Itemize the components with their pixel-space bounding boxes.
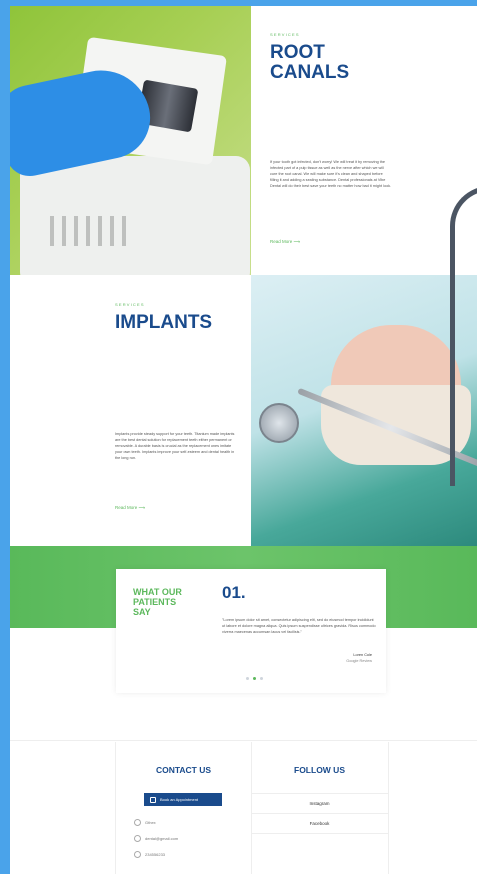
- dental-probe-graphic: [450, 186, 477, 486]
- xray-photo: [10, 6, 251, 275]
- root-canals-read-more-link[interactable]: Read More ⟶: [270, 239, 300, 245]
- testimonial-heading: WHAT OUR PATIENTS SAY: [133, 587, 182, 617]
- root-canals-heading-block: Services ROOT CANALS: [270, 32, 400, 83]
- root-canals-eyebrow: Services: [270, 32, 300, 37]
- location-icon: [134, 819, 141, 826]
- footer-column-divider: [115, 742, 116, 874]
- social-list-divider: [251, 833, 388, 834]
- carousel-dots: [246, 677, 263, 680]
- implants-title: IMPLANTS: [115, 312, 213, 333]
- contact-phone[interactable]: 234556233: [134, 851, 165, 858]
- email-icon: [134, 835, 141, 842]
- footer-divider: [10, 740, 477, 741]
- follow-us-title: FOLLOW US: [294, 765, 345, 775]
- calendar-icon: [150, 796, 156, 803]
- contact-email[interactable]: dental@gmail.com: [134, 835, 178, 842]
- testimonial-quote: "Lorem ipsum dolor sit amet, consectetur…: [222, 618, 376, 634]
- phone-icon: [134, 851, 141, 858]
- testimonial-author: Loren Cole: [353, 653, 372, 657]
- contact-address: Gthex: [134, 819, 156, 826]
- contact-us-title: CONTACT US: [155, 765, 212, 775]
- testimonial-card: WHAT OUR PATIENTS SAY 01. "Lorem ipsum d…: [116, 569, 386, 693]
- footer-column-divider: [388, 742, 389, 874]
- dental-model-photo: [251, 275, 477, 546]
- social-link-instagram[interactable]: Instagram: [251, 793, 388, 813]
- implants-heading-block: Services IMPLANTS: [115, 302, 245, 333]
- testimonial-number: 01.: [222, 583, 246, 602]
- root-canals-description: If your tooth got infected, don't worry!…: [270, 160, 392, 188]
- book-appointment-label: Book an Appointment: [160, 797, 199, 802]
- root-canals-title: ROOT CANALS: [270, 42, 350, 83]
- carousel-dot[interactable]: [260, 677, 263, 680]
- social-link-facebook[interactable]: Facebook: [251, 813, 388, 833]
- implants-eyebrow: Services: [115, 302, 145, 307]
- carousel-dot[interactable]: [246, 677, 249, 680]
- testimonial-author-role: Google Review: [346, 659, 372, 663]
- page: Services ROOT CANALS If your tooth got i…: [10, 6, 477, 874]
- book-appointment-button[interactable]: Book an Appointment: [144, 793, 222, 806]
- implants-read-more-link[interactable]: Read More ⟶: [115, 505, 145, 511]
- implants-description: Implants provide steady support for your…: [115, 432, 235, 460]
- carousel-dot-active[interactable]: [253, 677, 256, 680]
